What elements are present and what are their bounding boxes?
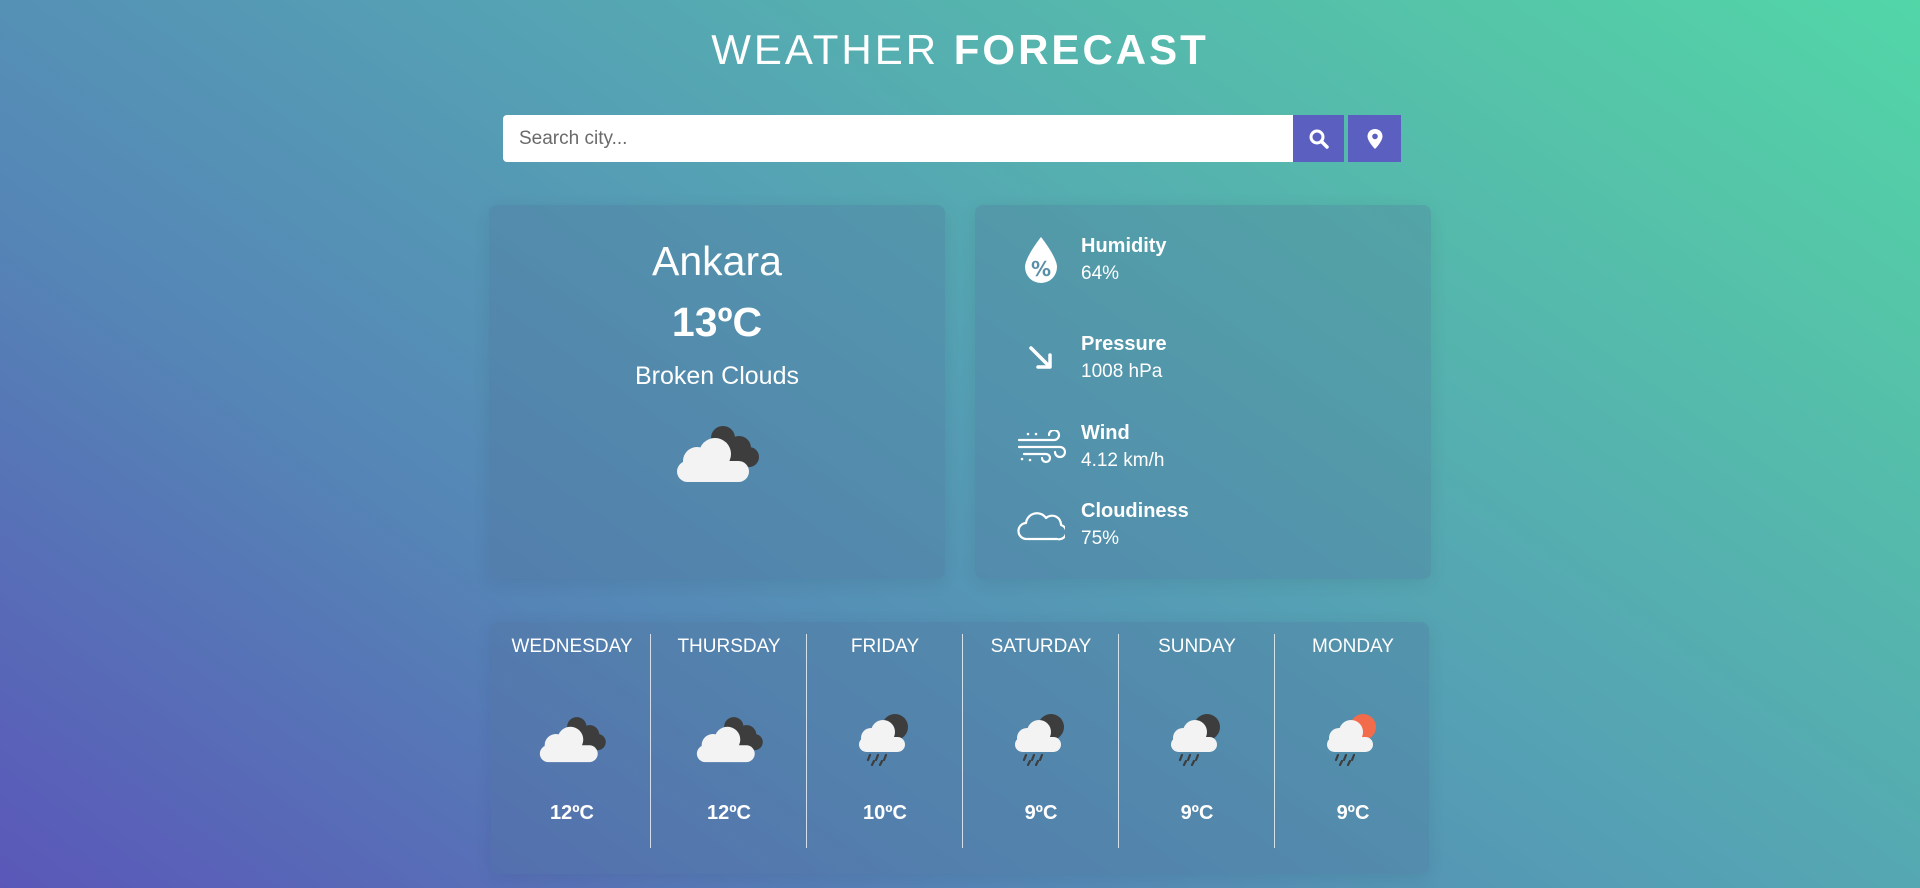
broken-clouds-icon (494, 702, 650, 774)
forecast-day-thursday: THURSDAY 12ºC (650, 634, 807, 848)
title-light: WEATHER (711, 26, 940, 73)
forecast-day-sunday: SUNDAY 9ºC (1118, 634, 1275, 848)
forecast-day-name: FRIDAY (850, 636, 920, 657)
forecast-day-wednesday: WEDNESDAY 12ºC (494, 634, 650, 848)
forecast-temp: 9ºC (1336, 802, 1370, 824)
current-weather-card: Ankara 13ºC Broken Clouds (489, 205, 945, 579)
city-name: Ankara (652, 238, 782, 284)
pressure-icon (1011, 333, 1071, 383)
humidity-icon: % (1011, 235, 1071, 285)
forecast-day-name: WEDNESDAY (511, 636, 633, 657)
pressure-row: Pressure 1008 hPa (1011, 333, 1167, 383)
pressure-value: 1008 hPa (1081, 361, 1163, 382)
cloudiness-row: Cloudiness 75% (1011, 500, 1189, 550)
wind-value: 4.12 km/h (1081, 450, 1165, 471)
title-bold: FORECAST (953, 26, 1209, 73)
forecast-day-monday: MONDAY 9ºC (1274, 634, 1431, 848)
humidity-label: Humidity (1081, 235, 1167, 257)
forecast-day-name: MONDAY (1312, 636, 1394, 657)
wind-label: Wind (1081, 422, 1130, 444)
sun-rain-cloud-icon (1275, 702, 1431, 774)
humidity-value: 64% (1081, 263, 1120, 284)
weather-details-card: % Humidity 64% Pressure 1008 hPa Wind 4.… (975, 205, 1431, 579)
search-bar (503, 115, 1401, 162)
rain-cloud-icon (1119, 702, 1275, 774)
search-button[interactable] (1293, 115, 1344, 162)
forecast-day-friday: FRIDAY 10ºC (806, 634, 963, 848)
forecast-temp: 10ºC (863, 802, 907, 824)
forecast-day-saturday: SATURDAY 9ºC (962, 634, 1119, 848)
weather-description: Broken Clouds (635, 362, 799, 390)
rain-cloud-icon (807, 702, 963, 774)
forecast-temp: 12ºC (550, 802, 594, 824)
wind-icon (1011, 422, 1071, 472)
svg-text:%: % (1031, 257, 1051, 281)
forecast-temp: 9ºC (1180, 802, 1214, 824)
cloudiness-value: 75% (1081, 528, 1120, 549)
location-pin-icon (1367, 128, 1382, 149)
forecast-temp: 12ºC (707, 802, 751, 824)
location-button[interactable] (1348, 115, 1401, 162)
search-input[interactable] (503, 115, 1293, 162)
broken-clouds-icon (489, 421, 945, 488)
wind-row: Wind 4.12 km/h (1011, 422, 1164, 472)
rain-cloud-icon (963, 702, 1119, 774)
pressure-label: Pressure (1081, 333, 1167, 355)
forecast-panel: WEDNESDAY 12ºC THURSDAY 12ºC FRIDAY 10ºC… (491, 622, 1429, 874)
broken-clouds-icon (651, 702, 807, 774)
search-icon (1309, 129, 1329, 149)
forecast-temp: 9ºC (1024, 802, 1058, 824)
current-temperature: 13ºC (671, 299, 763, 345)
cloudiness-label: Cloudiness (1081, 500, 1189, 522)
forecast-day-name: THURSDAY (677, 636, 781, 657)
cloudiness-icon (1011, 500, 1071, 550)
humidity-row: % Humidity 64% (1011, 235, 1167, 285)
page-title: WEATHER FORECAST (0, 26, 1920, 74)
forecast-day-name: SATURDAY (990, 636, 1092, 657)
forecast-day-name: SUNDAY (1158, 636, 1236, 657)
